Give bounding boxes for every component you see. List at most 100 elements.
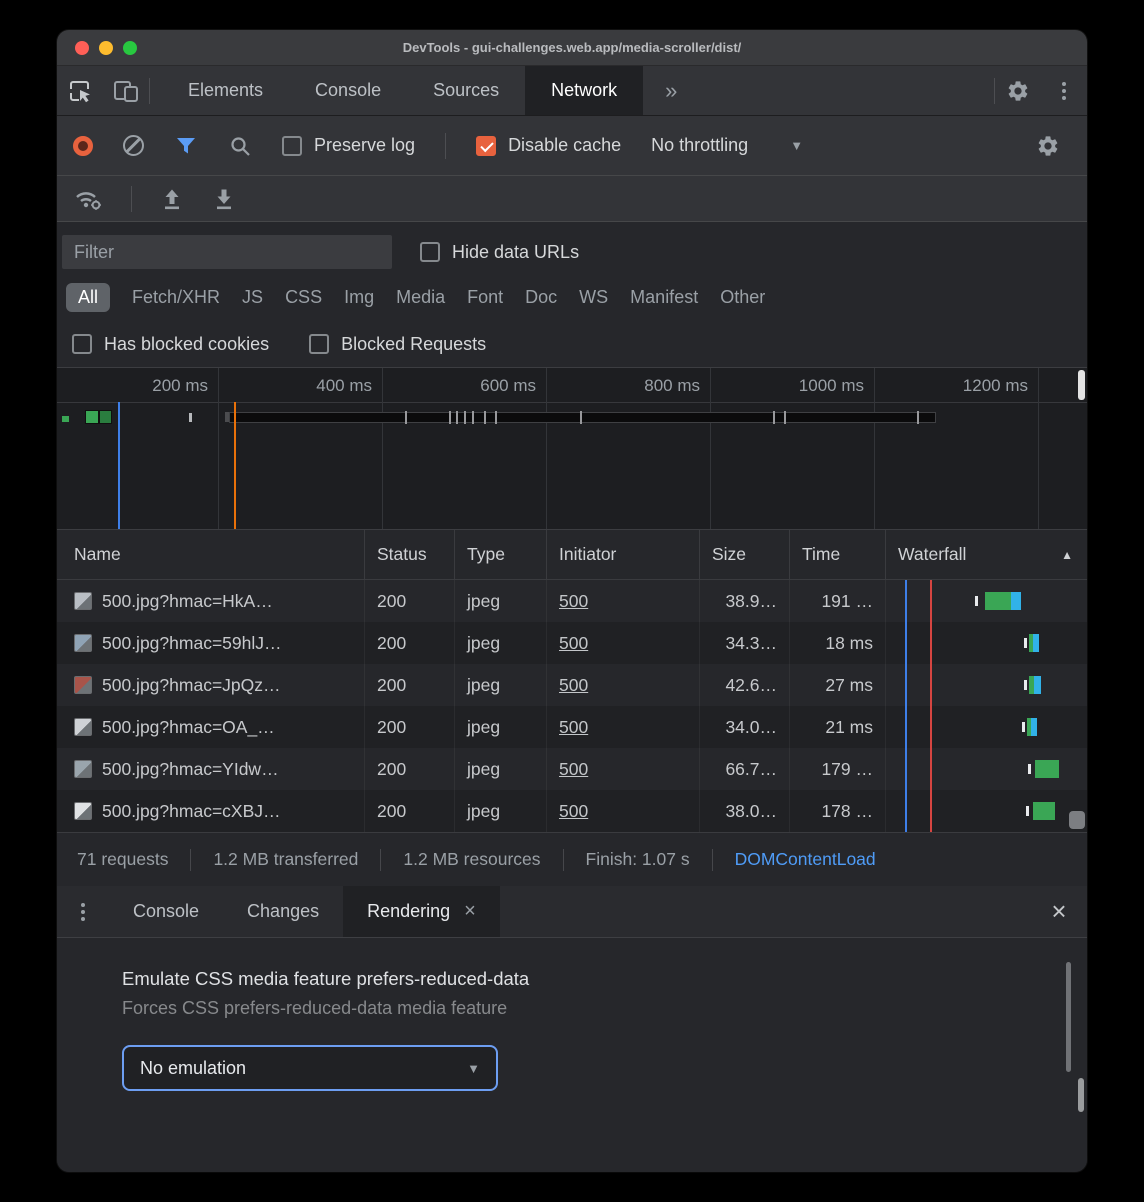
overview-tick	[917, 411, 919, 424]
filter-input[interactable]	[62, 235, 392, 269]
main-tabs: ElementsConsoleSourcesNetwork	[162, 66, 643, 115]
request-type-cell: jpeg	[455, 622, 547, 664]
tab-console[interactable]: Console	[289, 66, 407, 115]
pill-ws[interactable]: WS	[579, 287, 608, 308]
column-header-size[interactable]: Size	[700, 530, 790, 579]
checkbox-box[interactable]	[309, 334, 329, 354]
column-header-time[interactable]: Time	[790, 530, 886, 579]
close-tab-icon[interactable]: ×	[464, 900, 476, 923]
timeline-tick-label: 600 ms	[480, 376, 536, 396]
request-status-cell: 200	[365, 790, 455, 832]
settings-gear-icon[interactable]	[995, 66, 1041, 115]
request-name: 500.jpg?hmac=OA_…	[102, 717, 275, 738]
close-drawer-icon[interactable]: ×	[1031, 886, 1087, 937]
overview-scrollbar[interactable]	[1078, 370, 1085, 400]
pill-font[interactable]: Font	[467, 287, 503, 308]
column-header-initiator[interactable]: Initiator	[547, 530, 700, 579]
tab-elements[interactable]: Elements	[162, 66, 289, 115]
checkbox-box-checked[interactable]	[476, 136, 496, 156]
minimize-window-button[interactable]	[99, 41, 113, 55]
pill-manifest[interactable]: Manifest	[630, 287, 698, 308]
initiator-link[interactable]: 500	[559, 717, 588, 738]
drawer-tab-rendering[interactable]: Rendering×	[343, 886, 500, 937]
tab-network[interactable]: Network	[525, 66, 643, 115]
initiator-link[interactable]: 500	[559, 633, 588, 654]
pill-doc[interactable]: Doc	[525, 287, 557, 308]
column-header-waterfall[interactable]: Waterfall▲	[886, 530, 1087, 579]
request-size-cell: 34.0…	[700, 706, 790, 748]
column-header-status[interactable]: Status	[365, 530, 455, 579]
tab-sources[interactable]: Sources	[407, 66, 525, 115]
network-conditions-toolbar	[57, 176, 1087, 222]
pill-other[interactable]: Other	[720, 287, 765, 308]
device-toolbar-icon[interactable]	[103, 66, 149, 115]
search-icon[interactable]	[228, 134, 252, 158]
emulation-select[interactable]: No emulation ▼	[122, 1045, 498, 1091]
checkbox-box[interactable]	[72, 334, 92, 354]
initiator-link[interactable]: 500	[559, 675, 588, 696]
close-window-button[interactable]	[75, 41, 89, 55]
timeline-tick-label: 800 ms	[644, 376, 700, 396]
initiator-link[interactable]: 500	[559, 759, 588, 780]
request-name-cell: 500.jpg?hmac=OA_…	[62, 706, 365, 748]
blocked-requests-checkbox[interactable]: Blocked Requests	[309, 334, 486, 355]
disable-cache-checkbox[interactable]: Disable cache	[476, 135, 621, 156]
inspect-element-icon[interactable]	[57, 66, 103, 115]
timeline-tick-label: 400 ms	[316, 376, 372, 396]
request-initiator-cell: 500	[547, 622, 700, 664]
has-blocked-cookies-checkbox[interactable]: Has blocked cookies	[72, 334, 269, 355]
table-row[interactable]: 500.jpg?hmac=59hlJ…200jpeg50034.3…18 ms	[57, 622, 1087, 664]
waterfall-bar	[1031, 718, 1037, 736]
export-har-icon[interactable]	[212, 187, 236, 211]
zoom-window-button[interactable]	[123, 41, 137, 55]
scale-line	[57, 402, 1087, 403]
pill-all[interactable]: All	[66, 283, 110, 312]
resource-type-pills: All Fetch/XHR JS CSS Img Media Font Doc WS Manife…	[57, 274, 1087, 320]
waterfall-bar	[1011, 592, 1021, 610]
window-scrollbar-thumb[interactable]	[1078, 1078, 1084, 1112]
hide-data-urls-checkbox[interactable]: Hide data URLs	[420, 242, 579, 263]
timeline-tick-label: 1000 ms	[799, 376, 864, 396]
pill-js[interactable]: JS	[242, 287, 263, 308]
drawer-tab-console[interactable]: Console	[109, 886, 223, 937]
table-scrollbar-thumb[interactable]	[1069, 811, 1085, 829]
network-settings-gear-icon[interactable]	[1025, 134, 1071, 158]
clear-network-log-icon[interactable]	[123, 135, 144, 156]
request-status-cell: 200	[365, 580, 455, 622]
table-row[interactable]: 500.jpg?hmac=JpQz…200jpeg50042.6…27 ms	[57, 664, 1087, 706]
pill-media[interactable]: Media	[396, 287, 445, 308]
table-row[interactable]: 500.jpg?hmac=OA_…200jpeg50034.0…21 ms	[57, 706, 1087, 748]
checkbox-box[interactable]	[282, 136, 302, 156]
column-header-type[interactable]: Type	[455, 530, 547, 579]
checkbox-box[interactable]	[420, 242, 440, 262]
filter-funnel-icon[interactable]	[174, 134, 198, 158]
preserve-log-checkbox[interactable]: Preserve log	[282, 135, 415, 156]
request-type-cell: jpeg	[455, 664, 547, 706]
table-row[interactable]: 500.jpg?hmac=YIdw…200jpeg50066.7…179 …	[57, 748, 1087, 790]
initiator-link[interactable]: 500	[559, 801, 588, 822]
drawer-tab-changes[interactable]: Changes	[223, 886, 343, 937]
requests-table-header: NameStatusTypeInitiatorSizeTimeWaterfall…	[57, 530, 1087, 580]
column-header-name[interactable]: Name	[62, 530, 365, 579]
request-name-cell: 500.jpg?hmac=YIdw…	[62, 748, 365, 790]
more-options-icon[interactable]	[1041, 66, 1087, 115]
initiator-link[interactable]: 500	[559, 591, 588, 612]
pill-img[interactable]: Img	[344, 287, 374, 308]
network-conditions-icon[interactable]	[73, 186, 103, 212]
pill-css[interactable]: CSS	[285, 287, 322, 308]
import-har-icon[interactable]	[160, 187, 184, 211]
network-overview-timeline[interactable]: 200 ms400 ms600 ms800 ms1000 ms1200 ms	[57, 368, 1087, 530]
record-network-log-icon[interactable]	[73, 136, 93, 156]
drawer-menu-icon[interactable]	[57, 886, 109, 937]
table-row[interactable]: 500.jpg?hmac=cXBJ…200jpeg50038.0…178 …	[57, 790, 1087, 832]
throttling-select[interactable]: No throttling ▼	[651, 135, 803, 156]
summary-item: 71 requests	[77, 849, 190, 870]
summary-item: 1.2 MB transferred	[191, 849, 380, 870]
table-row[interactable]: 500.jpg?hmac=HkA…200jpeg50038.9…191 …	[57, 580, 1087, 622]
overview-condensed-waterfall	[230, 413, 935, 422]
pill-fetch-xhr[interactable]: Fetch/XHR	[132, 287, 220, 308]
more-tabs-button[interactable]: »	[643, 66, 699, 115]
overview-request-mark	[86, 411, 98, 423]
drawer-tabs: ConsoleChangesRendering×	[109, 886, 500, 937]
drawer-scrollbar-thumb[interactable]	[1066, 962, 1071, 1072]
